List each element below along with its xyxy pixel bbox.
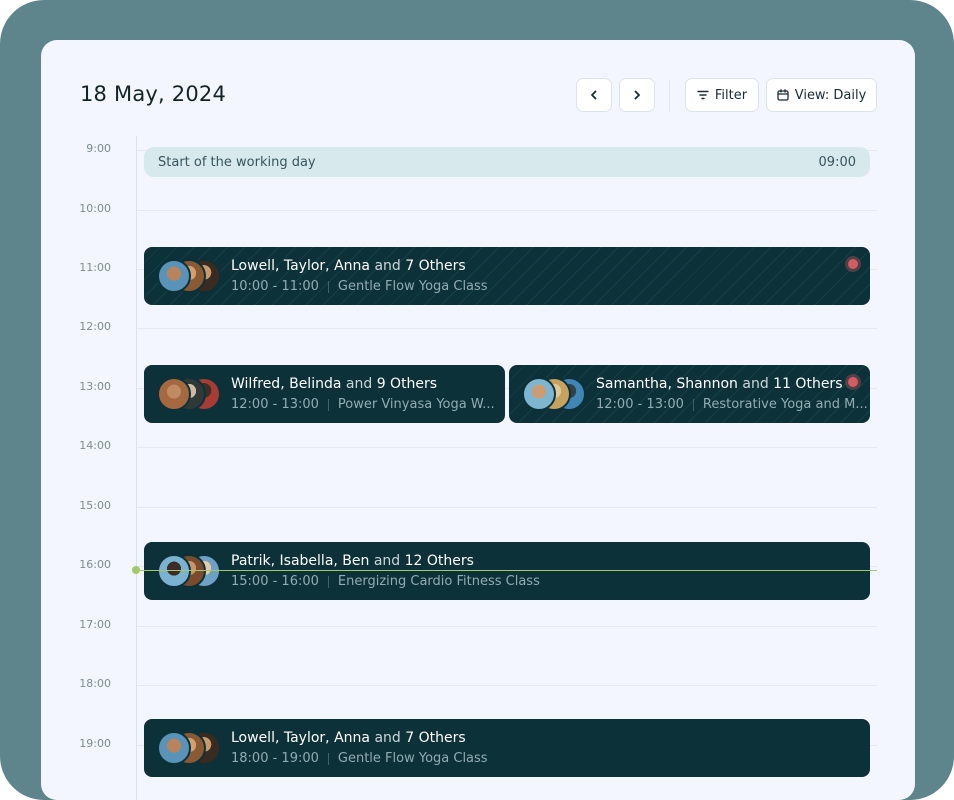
- alert-indicator-icon: [848, 377, 858, 387]
- hour-label: 11:00: [79, 261, 111, 274]
- event-time: 10:00 - 11:00: [231, 278, 319, 294]
- view-label: View: Daily: [794, 87, 867, 103]
- event-attendees: Patrik, Isabella, Ben and 12 Others: [231, 552, 540, 570]
- avatar: [157, 731, 191, 765]
- hour-label: 18:00: [79, 677, 111, 690]
- hour-label: 17:00: [79, 618, 111, 631]
- event-attendees: Lowell, Taylor, Anna and 7 Others: [231, 257, 488, 275]
- avatar: [157, 377, 191, 411]
- others-count: 9 Others: [376, 375, 438, 392]
- event-title: Power Vinyasa Yoga W...: [337, 396, 495, 412]
- event-details: Lowell, Taylor, Anna and 7 Others 10:00 …: [231, 257, 488, 296]
- separator: [327, 398, 329, 411]
- event-card[interactable]: Lowell, Taylor, Anna and 7 Others 10:00 …: [144, 247, 870, 305]
- hour-gridline: [137, 685, 877, 686]
- event-card[interactable]: Samantha, Shannon and 11 Others 12:00 - …: [509, 365, 870, 423]
- avatar: [157, 259, 191, 293]
- hour-label: 19:00: [79, 737, 111, 750]
- separator: [327, 280, 329, 293]
- page-title: 18 May, 2024: [80, 82, 227, 106]
- hour-label: 14:00: [79, 439, 111, 452]
- event-details: Lowell, Taylor, Anna and 7 Others 18:00 …: [231, 729, 488, 768]
- separator: [327, 575, 329, 588]
- hour-label: 10:00: [79, 202, 111, 215]
- current-time-marker: [132, 566, 140, 574]
- calendar-card: 18 May, 2024 Filter View: Daily 9:00 10:…: [41, 40, 915, 800]
- others-count: 11 Others: [773, 375, 843, 392]
- and-text: and: [742, 375, 769, 392]
- hour-gridline: [137, 626, 877, 627]
- hour-label: 13:00: [79, 380, 111, 393]
- working-day-start-banner: Start of the working day 09:00: [144, 147, 870, 177]
- event-title: Energizing Cardio Fitness Class: [337, 573, 540, 589]
- attendee-names: Patrik, Isabella, Ben: [231, 552, 370, 569]
- event-attendees: Lowell, Taylor, Anna and 7 Others: [231, 729, 488, 747]
- hour-gridline: [137, 210, 877, 211]
- others-count: 12 Others: [404, 552, 474, 569]
- view-selector-button[interactable]: View: Daily: [766, 78, 877, 112]
- hour-label: 12:00: [79, 320, 111, 333]
- event-title: Restorative Yoga and M...: [702, 396, 868, 412]
- attendee-names: Samantha, Shannon: [596, 375, 738, 392]
- event-attendees: Wilfred, Belinda and 9 Others: [231, 375, 495, 393]
- and-text: and: [374, 257, 401, 274]
- attendee-avatars: [157, 731, 229, 765]
- day-timeline: 9:00 10:00 11:00 12:00 13:00 14:00 15:00…: [41, 136, 915, 800]
- others-count: 7 Others: [405, 257, 466, 274]
- calendar-icon: [777, 89, 789, 101]
- event-time: 12:00 - 13:00: [231, 396, 319, 412]
- attendee-avatars: [157, 259, 229, 293]
- chevron-left-icon: [591, 90, 597, 100]
- next-day-button[interactable]: [619, 78, 655, 112]
- event-card[interactable]: Wilfred, Belinda and 9 Others 12:00 - 13…: [144, 365, 505, 423]
- event-details: Wilfred, Belinda and 9 Others 12:00 - 13…: [231, 375, 495, 414]
- event-meta: 18:00 - 19:00 Gentle Flow Yoga Class: [231, 750, 488, 768]
- avatar: [522, 377, 556, 411]
- event-time: 15:00 - 16:00: [231, 573, 319, 589]
- attendee-names: Lowell, Taylor, Anna: [231, 257, 370, 274]
- avatar: [157, 554, 191, 588]
- working-day-start-label: Start of the working day: [158, 154, 316, 170]
- event-title: Gentle Flow Yoga Class: [337, 750, 488, 766]
- event-details: Samantha, Shannon and 11 Others 12:00 - …: [596, 375, 868, 414]
- event-card[interactable]: Lowell, Taylor, Anna and 7 Others 18:00 …: [144, 719, 870, 777]
- separator: [692, 398, 694, 411]
- time-axis-line: [136, 136, 137, 800]
- event-time: 12:00 - 13:00: [596, 396, 684, 412]
- hour-gridline: [137, 507, 877, 508]
- event-meta: 12:00 - 13:00 Restorative Yoga and M...: [596, 396, 868, 414]
- and-text: and: [374, 729, 401, 746]
- hour-label: 9:00: [86, 142, 111, 155]
- filter-button[interactable]: Filter: [685, 78, 759, 112]
- and-text: and: [373, 552, 401, 569]
- event-meta: 10:00 - 11:00 Gentle Flow Yoga Class: [231, 278, 488, 296]
- current-time-line: [136, 570, 877, 571]
- hour-label: 15:00: [79, 499, 111, 512]
- attendee-avatars: [522, 377, 594, 411]
- and-text: and: [345, 375, 373, 392]
- others-count: 7 Others: [405, 729, 466, 746]
- attendee-names: Lowell, Taylor, Anna: [231, 729, 370, 746]
- filter-icon: [697, 90, 709, 100]
- event-details: Patrik, Isabella, Ben and 12 Others 15:0…: [231, 552, 540, 591]
- event-title: Gentle Flow Yoga Class: [337, 278, 488, 294]
- attendee-avatars: [157, 554, 229, 588]
- hour-gridline: [137, 328, 877, 329]
- toolbar-divider: [669, 80, 670, 112]
- event-card[interactable]: Patrik, Isabella, Ben and 12 Others 15:0…: [144, 542, 870, 600]
- working-day-start-time: 09:00: [818, 154, 856, 170]
- event-meta: 15:00 - 16:00 Energizing Cardio Fitness C…: [231, 573, 540, 591]
- hour-label: 16:00: [79, 558, 111, 571]
- event-attendees: Samantha, Shannon and 11 Others: [596, 375, 868, 393]
- alert-indicator-icon: [848, 259, 858, 269]
- attendee-names: Wilfred, Belinda: [231, 375, 342, 392]
- separator: [327, 752, 329, 765]
- prev-day-button[interactable]: [576, 78, 612, 112]
- chevron-right-icon: [634, 90, 640, 100]
- event-meta: 12:00 - 13:00 Power Vinyasa Yoga W...: [231, 396, 495, 414]
- hour-gridline: [137, 447, 877, 448]
- attendee-avatars: [157, 377, 229, 411]
- event-time: 18:00 - 19:00: [231, 750, 319, 766]
- filter-label: Filter: [714, 87, 748, 103]
